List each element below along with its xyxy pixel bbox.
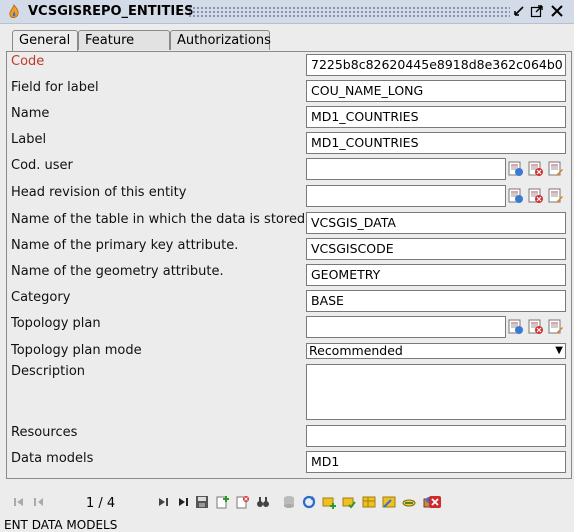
field-for-label-label: Field for label — [11, 80, 99, 95]
table-name-label: Name of the table in which the data is s… — [11, 212, 306, 227]
topology-plan-mode-value: Recommended — [309, 343, 403, 358]
search-reference-icon[interactable] — [508, 188, 524, 204]
topology-plan-mode-label: Topology plan mode — [11, 343, 142, 358]
topology-plan-mode-select[interactable]: Recommended ▼ — [306, 343, 566, 359]
description-label: Description — [11, 364, 86, 379]
refresh-icon[interactable] — [302, 495, 316, 509]
table-icon[interactable] — [362, 495, 376, 509]
next-record-icon[interactable] — [156, 495, 170, 509]
cod-user-label: Cod. user — [11, 158, 73, 173]
link-icon[interactable] — [402, 495, 416, 509]
geometry-attribute-field[interactable]: GEOMETRY — [306, 264, 566, 286]
previous-record-icon[interactable] — [32, 495, 46, 509]
tab-general[interactable]: General — [12, 30, 78, 52]
table-add-icon[interactable] — [322, 495, 336, 509]
name-field[interactable]: MD1_COUNTRIES — [306, 106, 566, 128]
new-record-icon[interactable] — [216, 495, 230, 509]
search-reference-icon[interactable] — [508, 161, 524, 177]
resources-field[interactable] — [306, 425, 566, 447]
data-models-label: Data models — [11, 451, 94, 466]
database-icon[interactable] — [282, 495, 296, 509]
clear-reference-icon[interactable] — [528, 319, 544, 335]
dropdown-arrow-icon: ▼ — [555, 345, 563, 356]
status-text: ENT DATA MODELS — [4, 518, 118, 532]
window-titlebar: VCSGISREPO_ENTITIES — [0, 0, 574, 24]
head-revision-label: Head revision of this entity — [11, 185, 187, 200]
category-label: Category — [11, 290, 71, 305]
edit-reference-icon[interactable] — [548, 161, 564, 177]
field-for-label-field[interactable]: COU_NAME_LONG — [306, 80, 566, 102]
pk-attribute-field[interactable]: VCSGISCODE — [306, 238, 566, 260]
titlebar-grip — [188, 6, 510, 18]
name-label: Name — [11, 106, 50, 121]
iconify-icon[interactable] — [512, 4, 526, 18]
clear-reference-icon[interactable] — [528, 188, 544, 204]
table-name-field[interactable]: VCSGIS_DATA — [306, 212, 566, 234]
delete-record-icon[interactable] — [236, 495, 250, 509]
resources-label: Resources — [11, 425, 78, 440]
label-label: Label — [11, 132, 47, 147]
tab-authorizations[interactable]: Authorizations — [170, 30, 271, 50]
tab-feature-type[interactable]: Feature type — [78, 30, 170, 68]
cod-user-field[interactable] — [306, 158, 506, 180]
search-reference-icon[interactable] — [508, 319, 524, 335]
window-title: VCSGISREPO_ENTITIES — [28, 4, 194, 19]
clear-reference-icon[interactable] — [528, 161, 544, 177]
close-icon[interactable] — [550, 4, 564, 18]
table-edit-icon[interactable] — [382, 495, 396, 509]
navigation-toolbar: 1 / 4 — [0, 486, 574, 516]
close-form-icon[interactable] — [428, 495, 442, 509]
topology-plan-field[interactable] — [306, 316, 506, 338]
table-check-icon[interactable] — [342, 495, 356, 509]
edit-reference-icon[interactable] — [548, 319, 564, 335]
save-icon[interactable] — [195, 495, 209, 509]
category-field[interactable]: BASE — [306, 290, 566, 312]
code-field[interactable]: 7225b8c82620445e8918d8e362c064b0 — [306, 54, 566, 76]
description-textarea[interactable] — [306, 364, 566, 420]
app-flame-icon — [9, 4, 19, 18]
maximize-icon[interactable] — [530, 4, 544, 18]
edit-reference-icon[interactable] — [548, 188, 564, 204]
topology-plan-label: Topology plan — [11, 316, 101, 331]
first-record-icon[interactable] — [12, 495, 26, 509]
label-field[interactable]: MD1_COUNTRIES — [306, 132, 566, 154]
data-models-field[interactable]: MD1 — [306, 451, 566, 473]
last-record-icon[interactable] — [176, 495, 190, 509]
record-position: 1 / 4 — [86, 496, 116, 511]
binoculars-icon[interactable] — [256, 495, 270, 509]
geometry-attribute-label: Name of the geometry attribute. — [11, 264, 224, 279]
head-revision-field[interactable] — [306, 185, 506, 207]
code-label: Code — [11, 54, 45, 69]
pk-attribute-label: Name of the primary key attribute. — [11, 238, 239, 253]
